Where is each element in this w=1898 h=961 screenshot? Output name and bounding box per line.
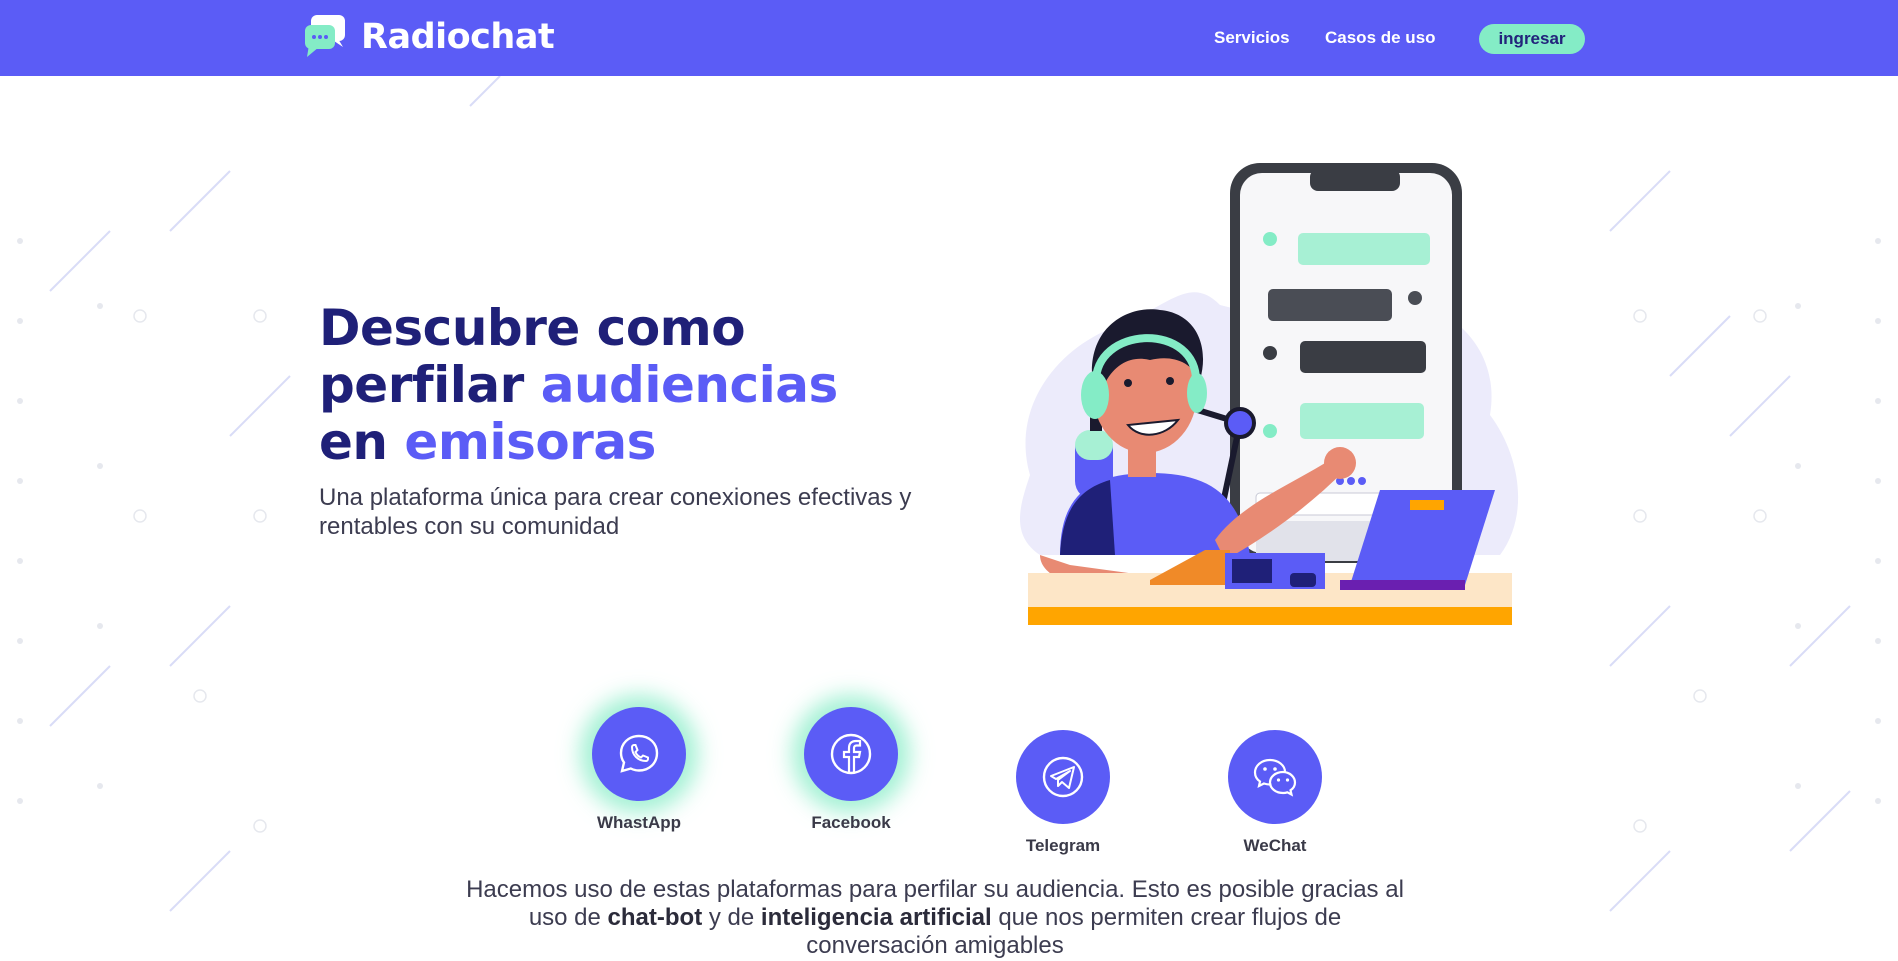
facebook-circle bbox=[804, 707, 898, 801]
top-navbar: Radiochat Servicios Casos de uso ingresa… bbox=[0, 0, 1898, 76]
platform-label-whatsapp: WhastApp bbox=[596, 813, 682, 832]
telegram-circle bbox=[1016, 730, 1110, 824]
platform-label-telegram: Telegram bbox=[1025, 836, 1101, 855]
wechat-circle bbox=[1228, 730, 1322, 824]
facebook-icon bbox=[830, 733, 872, 775]
platform-telegram[interactable]: Telegram bbox=[988, 730, 1138, 856]
hero-title: Descubre como perfilar audiencias en emi… bbox=[319, 300, 838, 471]
hero-subtitle: Una plataforma única para crear conexion… bbox=[319, 484, 912, 540]
platforms-description: Hacemos uso de estas plataformas para pe… bbox=[460, 876, 1410, 960]
platform-whatsapp[interactable]: WhastApp bbox=[564, 707, 714, 833]
platform-label-facebook: Facebook bbox=[811, 813, 891, 832]
platform-facebook[interactable]: Facebook bbox=[776, 707, 926, 833]
desc-text-2: y de bbox=[702, 904, 761, 931]
brand-name: Radiochat bbox=[361, 17, 555, 57]
hero-title-line-2a: perfilar bbox=[319, 356, 541, 414]
platform-wechat[interactable]: WeChat bbox=[1200, 730, 1350, 856]
radio-host-illustration bbox=[1020, 163, 1519, 625]
brand-logo[interactable]: Radiochat bbox=[303, 12, 555, 62]
platform-label-wechat: WeChat bbox=[1243, 836, 1307, 855]
chat-bubble-logo-icon bbox=[305, 15, 345, 57]
whatsapp-icon bbox=[619, 734, 659, 773]
hero-title-line-1: Descubre como bbox=[319, 299, 746, 357]
hero-title-accent-emisoras: emisoras bbox=[404, 413, 656, 471]
telegram-icon bbox=[1042, 756, 1084, 798]
desc-bold-ai: inteligencia artificial bbox=[760, 904, 992, 931]
nav-servicios[interactable]: Servicios bbox=[1214, 28, 1290, 48]
desc-bold-chatbot: chat-bot bbox=[607, 904, 703, 931]
login-button[interactable]: ingresar bbox=[1479, 24, 1585, 54]
nav-casos-de-uso[interactable]: Casos de uso bbox=[1325, 28, 1436, 48]
wechat-icon bbox=[1253, 758, 1297, 797]
hero-title-accent-audiencias: audiencias bbox=[540, 356, 839, 414]
whatsapp-circle bbox=[592, 707, 686, 801]
hero-title-line-3a: en bbox=[319, 413, 405, 471]
